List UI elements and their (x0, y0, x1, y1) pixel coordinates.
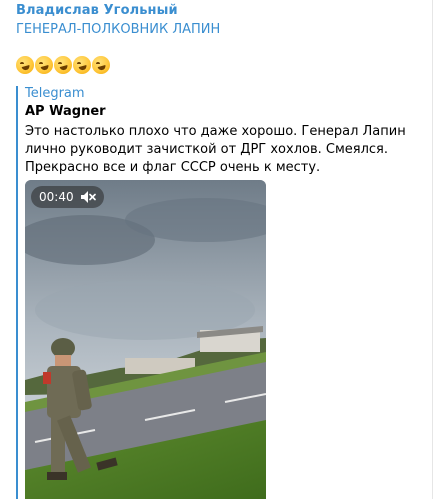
rofl-emoji (35, 56, 53, 74)
rofl-emoji (54, 56, 72, 74)
message-headline: ГЕНЕРАЛ-ПОЛКОВНИК ЛАПИН (16, 22, 221, 37)
rofl-emoji (92, 56, 110, 74)
forward-source[interactable]: Telegram (25, 86, 85, 101)
forward-author[interactable]: AP Wagner (25, 104, 106, 119)
video-duration-badge[interactable]: 00:40 (31, 186, 104, 208)
forward-accent-bar (16, 86, 18, 499)
speaker-muted-icon[interactable] (80, 190, 96, 204)
video-frame (25, 180, 266, 499)
forwarded-message: Telegram AP Wagner Это настолько плохо ч… (16, 86, 426, 499)
video-player[interactable]: 00:40 (25, 180, 266, 499)
message-bubble: Владислав Угольный ГЕНЕРАЛ-ПОЛКОВНИК ЛАП… (0, 0, 433, 499)
sender-name[interactable]: Владислав Угольный (16, 3, 178, 18)
video-duration: 00:40 (39, 190, 74, 204)
emoji-row (16, 56, 110, 76)
forward-text: Это настолько плохо что даже хорошо. Ген… (25, 124, 406, 175)
rofl-emoji (16, 56, 34, 74)
rofl-emoji (73, 56, 91, 74)
